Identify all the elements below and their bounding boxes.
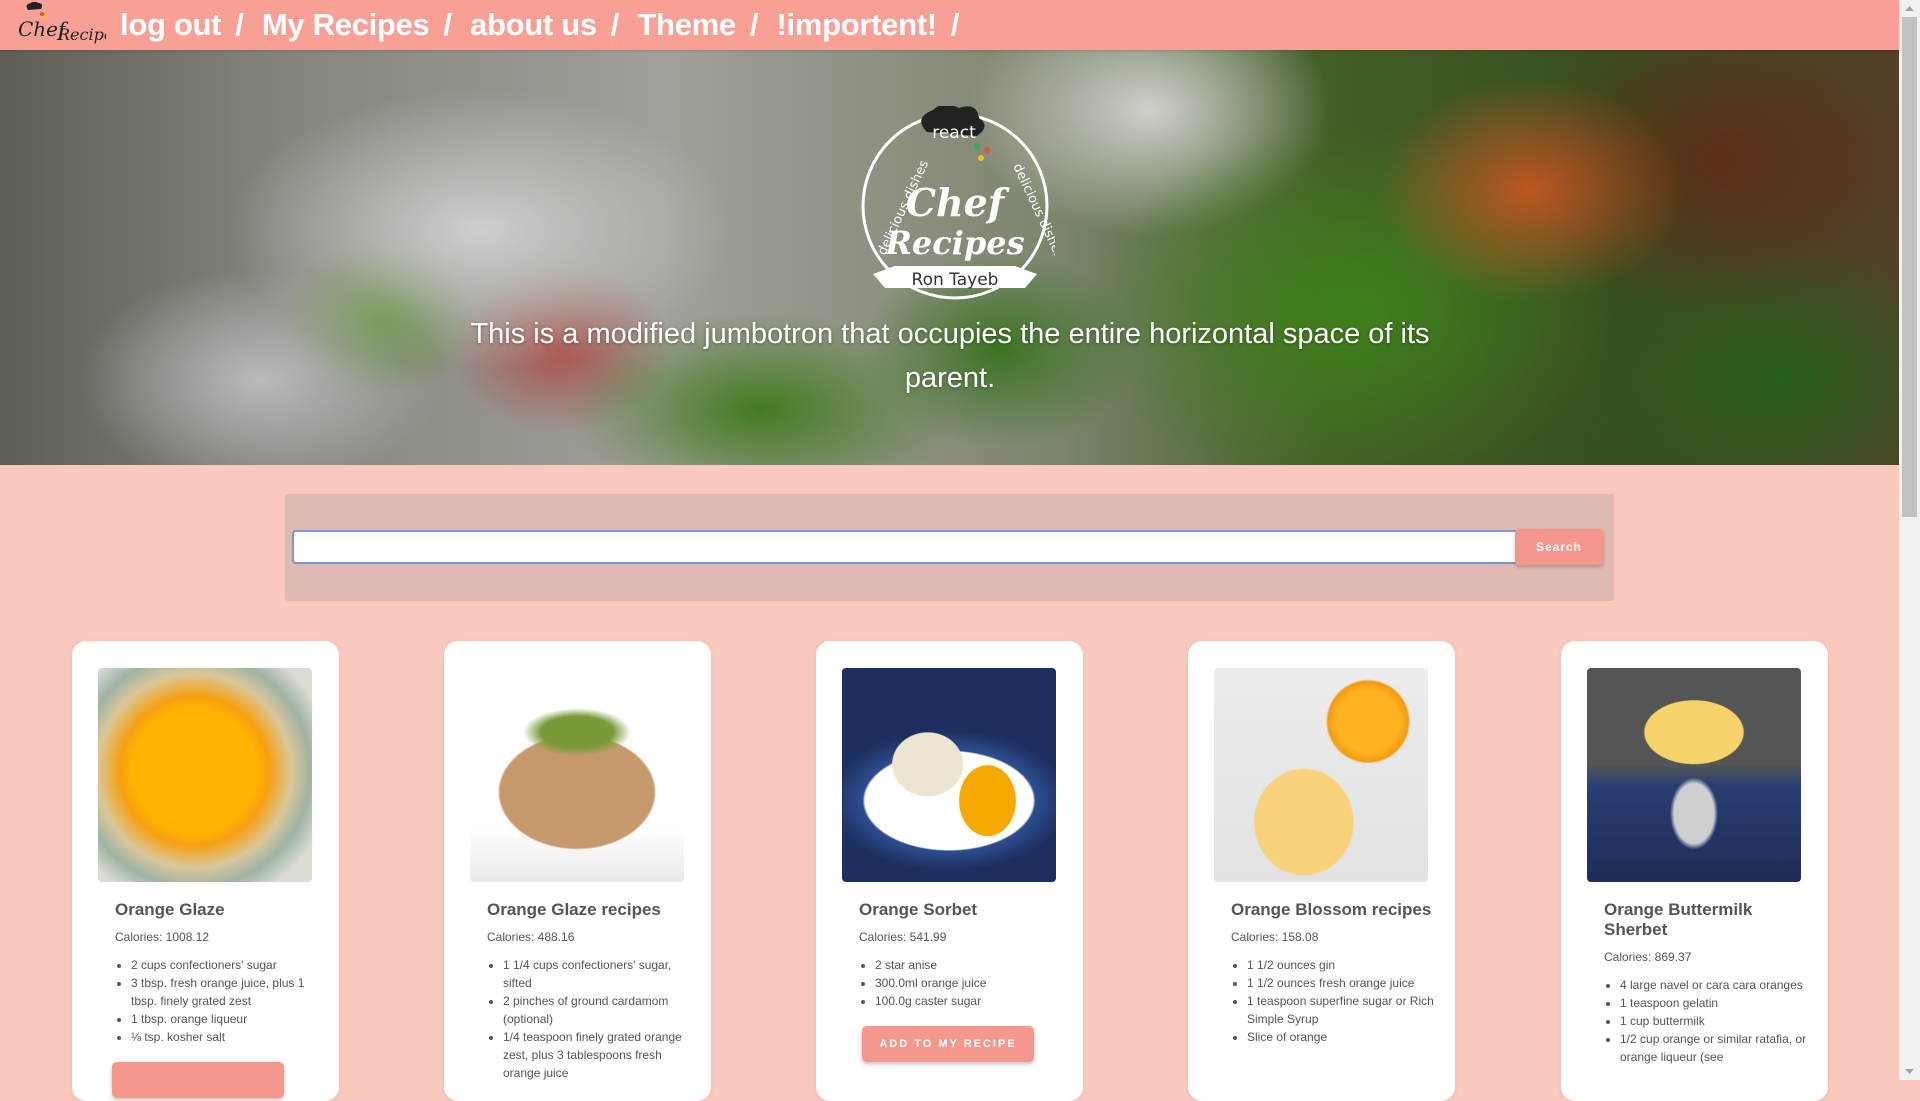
ingredient-item: 2 cups confectioners' sugar — [131, 956, 321, 974]
ingredient-item: 1 teaspoon superfine sugar or Rich Simpl… — [1247, 992, 1437, 1028]
ingredient-item: 1 1/2 ounces fresh orange juice — [1247, 974, 1437, 992]
nav-link-my-recipes[interactable]: My Recipes — [262, 7, 430, 43]
nav-separator: / — [443, 7, 453, 42]
nav-separator: / — [610, 7, 620, 42]
ingredient-item: 1 teaspoon gelatin — [1620, 994, 1810, 1012]
ingredient-list: 4 large navel or cara cara oranges 1 tea… — [1604, 976, 1810, 1066]
recipe-calories: Calories: 1008.12 — [115, 930, 210, 944]
recipe-image — [842, 668, 1056, 882]
recipe-calories: Calories: 158.08 — [1231, 930, 1319, 944]
recipe-card: Orange Glaze recipes Calories: 488.16 1 … — [444, 641, 711, 1101]
ingredient-item: 2 pinches of ground cardamom (optional) — [503, 992, 693, 1028]
recipe-image — [1587, 668, 1801, 882]
ingredient-item: 1 tbsp. orange liqueur — [131, 1010, 321, 1028]
nav-link-theme[interactable]: Theme — [637, 7, 736, 43]
brand-logo[interactable]: Chef Recipes — [12, 0, 108, 50]
ingredient-list: 2 cups confectioners' sugar 3 tbsp. fres… — [115, 956, 321, 1046]
ingredient-item: 1 1/4 cups confectioners' sugar, sifted — [503, 956, 693, 992]
add-to-my-recipe-button[interactable]: ADD TO MY RECIPE — [862, 1026, 1034, 1062]
recipe-image — [98, 668, 312, 882]
recipe-title: Orange Glaze — [115, 900, 225, 919]
scrollbar-thumb[interactable] — [1902, 17, 1917, 517]
vertical-scrollbar[interactable] — [1899, 0, 1920, 1080]
recipe-card: Orange Sorbet Calories: 541.99 2 star an… — [816, 641, 1083, 1101]
add-to-my-recipe-button[interactable] — [112, 1062, 284, 1098]
recipe-image — [470, 668, 684, 882]
svg-text:Ron Tayeb: Ron Tayeb — [912, 270, 999, 290]
ingredient-item: 1 1/2 ounces gin — [1247, 956, 1437, 974]
ingredient-item: Slice of orange — [1247, 1028, 1437, 1046]
top-navbar: Chef Recipes log out / My Recipes / abou… — [0, 0, 1899, 50]
nav-separator: / — [235, 7, 244, 42]
svg-text:react: react — [932, 123, 976, 143]
ingredient-list: 2 star anise 300.0ml orange juice 100.0g… — [859, 956, 1065, 1010]
svg-text:Recipes: Recipes — [57, 25, 106, 44]
ingredient-item: 1/2 cup orange or similar ratafia, or or… — [1620, 1030, 1810, 1066]
ingredient-list: 1 1/2 ounces gin 1 1/2 ounces fresh oran… — [1231, 956, 1437, 1046]
ingredient-item: 3 tbsp. fresh orange juice, plus 1 tbsp.… — [131, 974, 321, 1010]
nav-separator: / — [749, 7, 759, 42]
nav-link-log-out[interactable]: log out — [120, 7, 222, 43]
svg-text:Recipes: Recipes — [884, 224, 1024, 262]
recipe-card: Orange Glaze Calories: 1008.12 2 cups co… — [72, 641, 339, 1101]
search-input[interactable] — [292, 530, 1520, 564]
recipe-card: Orange Blossom recipes Calories: 158.08 … — [1188, 641, 1455, 1101]
recipe-title: Orange Glaze recipes — [487, 900, 661, 919]
search-button[interactable]: Search — [1515, 529, 1603, 565]
hero-text: This is a modified jumbotron that occupi… — [470, 318, 1430, 394]
ingredient-item: ⅛ tsp. kosher salt — [131, 1028, 321, 1046]
ingredient-item: 300.0ml orange juice — [875, 974, 1065, 992]
recipe-image — [1214, 668, 1428, 882]
recipe-title: Orange Blossom recipes — [1231, 900, 1432, 919]
search-panel: Search — [285, 494, 1614, 601]
recipe-card: Orange Buttermilk Sherbet Calories: 869.… — [1561, 641, 1828, 1101]
scroll-up-arrow-icon[interactable] — [1899, 0, 1920, 17]
recipe-calories: Calories: 541.99 — [859, 930, 947, 944]
recipe-calories: Calories: 488.16 — [487, 930, 575, 944]
ingredient-list: 1 1/4 cups confectioners' sugar, sifted … — [487, 956, 693, 1082]
ingredient-item: 2 star anise — [875, 956, 1065, 974]
hero-jumbotron: react Chef Recipes delicious dishes deli… — [0, 50, 1899, 465]
hero-logo: react Chef Recipes delicious dishes deli… — [861, 106, 1055, 300]
ingredient-item: 100.0g caster sugar — [875, 992, 1065, 1010]
nav-link-about-us[interactable]: about us — [470, 7, 597, 43]
scroll-down-arrow-icon[interactable] — [1899, 1063, 1920, 1080]
recipe-calories: Calories: 869.37 — [1604, 950, 1692, 964]
ingredient-item: 4 large navel or cara cara oranges — [1620, 976, 1810, 994]
recipe-title: Orange Sorbet — [859, 900, 978, 919]
recipe-title: Orange Buttermilk Sherbet — [1604, 900, 1753, 939]
ingredient-item: 1/4 teaspoon finely grated orange zest, … — [503, 1028, 693, 1082]
nav-link-importent[interactable]: !importent! — [776, 7, 937, 43]
nav-separator: / — [950, 7, 960, 42]
ingredient-item: 1 cup buttermilk — [1620, 1012, 1810, 1030]
